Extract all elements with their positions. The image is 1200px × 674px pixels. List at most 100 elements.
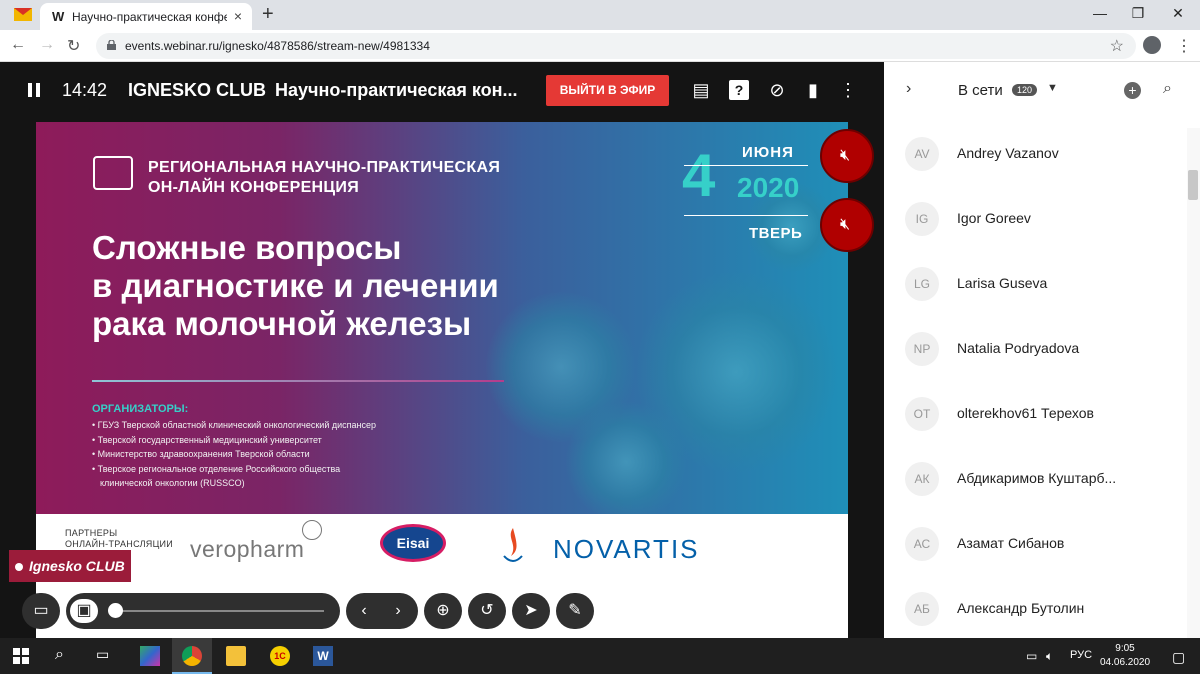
browser-menu-icon[interactable]: ⋮ <box>1176 36 1192 56</box>
participants-scrollbar[interactable] <box>1187 128 1200 638</box>
participant-row[interactable]: AV Andrey Vazanov <box>884 125 1184 190</box>
browser-toolbar: ← → ↻ events.webinar.ru/ignesko/4878586/… <box>0 30 1200 62</box>
online-count-badge: 120 <box>1012 84 1038 96</box>
organizer-item: • ГБУЗ Тверской областной клинический он… <box>92 420 377 430</box>
headline-line: Сложные вопросы <box>92 229 402 266</box>
collapse-panel-icon[interactable]: › <box>906 80 911 98</box>
avatar: АБ <box>905 592 939 626</box>
url-text[interactable]: events.webinar.ru/ignesko/4878586/stream… <box>125 39 430 53</box>
screen-button[interactable]: ▭ <box>22 593 60 629</box>
file-explorer-icon[interactable] <box>226 646 246 666</box>
avatar: NP <box>905 332 939 366</box>
next-slide-icon[interactable]: › <box>386 599 410 623</box>
participant-row[interactable]: LG Larisa Guseva <box>884 255 1184 320</box>
clock-time: 9:05 <box>1115 643 1135 654</box>
notifications-icon[interactable]: ▢ <box>1172 649 1185 666</box>
participant-row[interactable]: IG Igor Goreev <box>884 190 1184 255</box>
participants-panel: › В сети 120 ▼ + ⌕ AV Andrey Vazanov IG Ig… <box>884 62 1200 638</box>
watermark-text: Ignesko CLUB <box>29 558 125 574</box>
mute-icon: 🔇︎ <box>840 216 851 233</box>
task-view-icon[interactable]: ▭ <box>96 646 116 666</box>
word-icon[interactable]: W <box>313 646 333 666</box>
partners-label-line: ПАРТНЕРЫ <box>65 528 118 538</box>
stream-time: 14:42 <box>62 80 108 100</box>
brush-icon: ✎ <box>568 602 582 619</box>
conference-logo-icon <box>93 156 133 190</box>
participant-name: olterekhov61 Терехов <box>957 405 1094 421</box>
participants-header: › В сети 120 ▼ + ⌕ <box>884 62 1200 118</box>
participants-scrollbar-thumb[interactable] <box>1188 170 1198 200</box>
rotate-button[interactable]: ↺ <box>468 593 506 629</box>
chrome-icon[interactable] <box>182 646 202 666</box>
close-tab-icon[interactable]: × <box>234 8 242 24</box>
windows-start-icon[interactable] <box>13 648 29 664</box>
participants-off-icon[interactable]: ⊘ <box>767 80 787 100</box>
network-icon[interactable]: ▭ <box>1026 649 1037 663</box>
partners-label-line: ОНЛАЙН-ТРАНСЛЯЦИИ <box>65 539 174 549</box>
virus-graphic <box>566 402 686 522</box>
reload-icon[interactable]: ↻ <box>67 36 80 56</box>
zoom-button[interactable]: ⊕ <box>424 593 462 629</box>
conference-type: РЕГИОНАЛЬНАЯ НАУЧНО-ПРАКТИЧЕСКАЯ ОН-ЛАЙН… <box>148 158 500 198</box>
organizer-item: • Тверской государственный медицинский у… <box>92 434 322 445</box>
presentation-icon[interactable]: ▣ <box>70 599 98 623</box>
language-indicator[interactable]: РУС <box>1070 649 1092 661</box>
chevron-down-icon[interactable]: ▼ <box>1047 82 1058 94</box>
profile-avatar-icon[interactable] <box>1143 36 1161 54</box>
participant-row[interactable]: OT olterekhov61 Терехов <box>884 385 1184 450</box>
forward-icon[interactable]: → <box>39 36 55 54</box>
muted-speaker-2[interactable]: 🔇︎ <box>820 198 874 252</box>
1c-app-icon[interactable]: 1С <box>270 646 290 666</box>
pointer-button[interactable]: ➤ <box>512 593 550 629</box>
partners-label: ПАРТНЕРЫ ОНЛАЙН-ТРАНСЛЯЦИИ <box>65 528 173 550</box>
volume-icon[interactable]: 🔈︎ <box>1046 649 1053 664</box>
organizer-item: • Министерство здравоохранения Тверской … <box>92 449 310 459</box>
date-year: 2020 <box>737 172 800 203</box>
participant-row[interactable]: АБ Александр Бутолин <box>884 580 1184 645</box>
minimize-button[interactable]: — <box>1090 5 1110 21</box>
rotate-icon: ↺ <box>480 602 494 619</box>
close-window-button[interactable]: ✕ <box>1168 5 1188 22</box>
search-icon[interactable]: ⌕ <box>55 646 75 666</box>
bookmark-star-icon[interactable]: ☆ <box>1110 36 1124 56</box>
clock-date: 04.06.2020 <box>1100 657 1151 668</box>
veropharm-logo: veropharm <box>190 536 305 562</box>
participant-row[interactable]: NP Natalia Podryadova <box>884 320 1184 385</box>
questions-icon[interactable]: ? <box>729 80 749 100</box>
document-icon[interactable]: ▮ <box>803 80 823 100</box>
online-label[interactable]: В сети <box>958 82 1003 99</box>
maximize-button[interactable]: ❐ <box>1128 5 1148 22</box>
participant-row[interactable]: АС Азамат Сибанов <box>884 515 1184 580</box>
slide-progress-knob[interactable] <box>108 603 123 618</box>
app-icon[interactable] <box>140 646 160 666</box>
date-city: ТВЕРЬ <box>749 225 803 242</box>
avatar: АС <box>905 527 939 561</box>
eisai-logo: Eisai <box>380 524 446 562</box>
slide-progress-track[interactable] <box>118 610 324 612</box>
previous-slide-icon[interactable]: ‹ <box>352 599 376 623</box>
new-tab-button[interactable]: + <box>262 3 274 26</box>
chat-icon[interactable]: ▤ <box>691 80 711 100</box>
conference-title: Научно-практическая кон... <box>275 80 518 100</box>
draw-button[interactable]: ✎ <box>556 593 594 629</box>
more-options-icon[interactable]: ⋮ <box>838 80 858 100</box>
muted-speaker-1[interactable]: 🔇︎ <box>820 129 874 183</box>
add-participant-icon[interactable]: + <box>1124 82 1141 99</box>
pause-icon[interactable] <box>28 83 40 97</box>
system-clock[interactable]: 9:05 04.06.2020 <box>1100 642 1150 670</box>
headline-line: рака молочной железы <box>92 305 472 342</box>
search-icon[interactable]: ⌕ <box>1163 80 1172 98</box>
player-topbar: 14:42 IGNESKO CLUB Научно-практическая к… <box>0 62 884 118</box>
browser-tab-strip: W Научно-практическая конфере × + — ❐ ✕ <box>0 0 1200 30</box>
watermark-dot <box>15 563 23 571</box>
browser-tab[interactable]: W Научно-практическая конфере × <box>40 3 252 30</box>
monitor-icon: ▭ <box>33 602 49 619</box>
participant-name: Larisa Guseva <box>957 275 1048 291</box>
participant-name: Александр Бутолин <box>957 600 1085 616</box>
slide-headline: Сложные вопросы в диагностике и лечении … <box>92 229 499 343</box>
mail-icon[interactable] <box>14 8 32 21</box>
address-bar[interactable]: events.webinar.ru/ignesko/4878586/stream… <box>96 33 1136 59</box>
participant-row[interactable]: АК Абдикаримов Куштарб... <box>884 450 1184 515</box>
back-icon[interactable]: ← <box>10 36 26 54</box>
go-live-button[interactable]: ВЫЙТИ В ЭФИР <box>546 75 669 106</box>
